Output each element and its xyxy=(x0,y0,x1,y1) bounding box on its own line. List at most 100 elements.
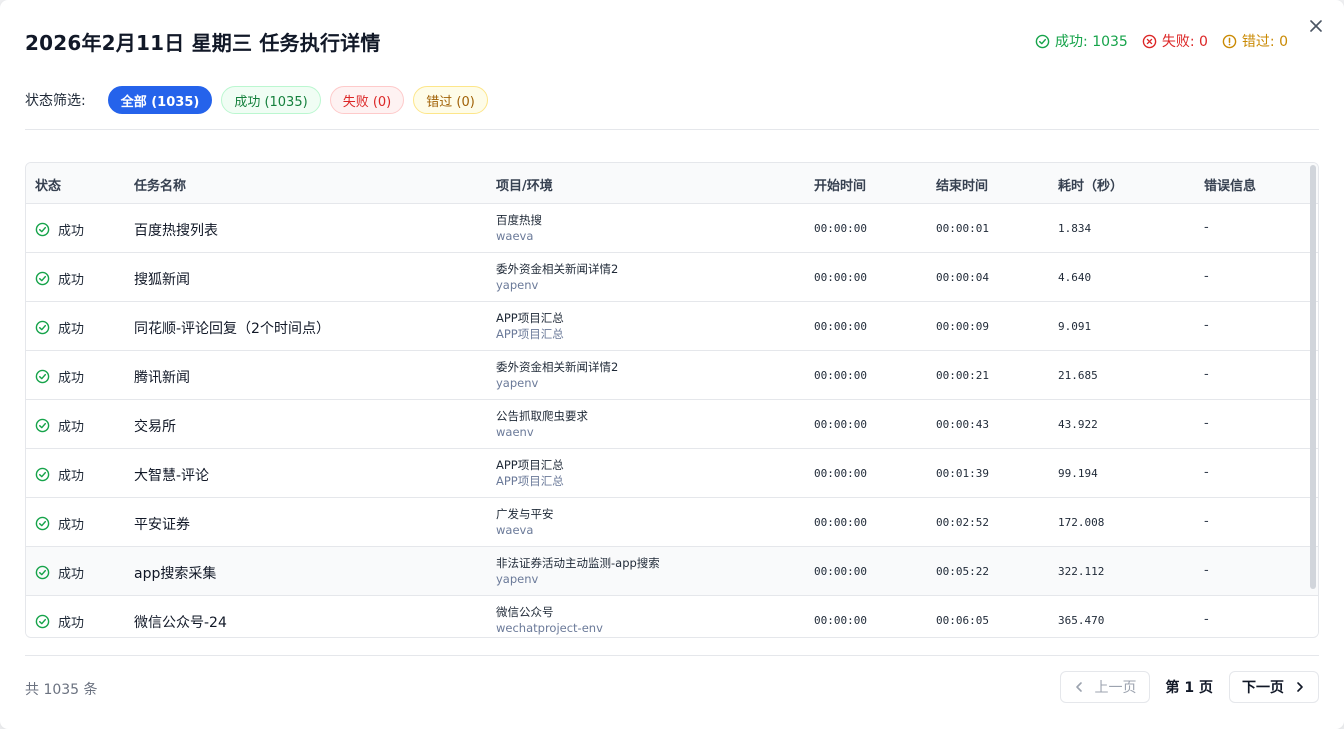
check-circle-icon xyxy=(35,369,50,384)
row-project-name: APP项目汇总 xyxy=(496,311,564,325)
table-row[interactable]: 成功 平安证券 广发与平安 waeva 00:00:00 00:02:52 172.008 - xyxy=(26,498,1318,547)
row-status-text: 成功 xyxy=(58,224,85,239)
filter-chip-fail[interactable]: 失败 (0) xyxy=(329,86,405,114)
header-name[interactable]: 任务名称 xyxy=(134,175,186,194)
row-task-name: 平安证券 xyxy=(134,517,190,533)
row-status-text: 成功 xyxy=(58,273,85,288)
row-project-name: 委外资金相关新闻详情2 xyxy=(496,262,619,276)
row-start-time: 00:00:00 xyxy=(814,271,867,284)
row-error: - xyxy=(1204,612,1209,627)
header-project[interactable]: 项目/环境 xyxy=(496,175,553,194)
table-row[interactable]: 成功 搜狐新闻 委外资金相关新闻详情2 yapenv 00:00:00 00:00:04 4… xyxy=(26,253,1318,302)
row-project: 百度热搜 waeva xyxy=(496,212,542,244)
filter-chip-success[interactable]: 成功 (1035) xyxy=(221,86,321,114)
check-circle-icon xyxy=(35,516,50,531)
check-circle-icon xyxy=(35,614,50,629)
row-env-name: yapenv xyxy=(496,572,539,586)
row-error: - xyxy=(1204,416,1209,431)
row-project: 公告抓取爬虫要求 waenv xyxy=(496,408,588,440)
row-start-time: 00:00:00 xyxy=(814,467,867,480)
row-project: 非法证券活动主动监测-app搜索 yapenv xyxy=(496,555,660,587)
x-circle-icon xyxy=(1142,34,1157,48)
row-env-name: yapenv xyxy=(496,278,539,292)
summary-skip-text: 错过: 0 xyxy=(1241,34,1288,50)
divider-bottom xyxy=(25,655,1319,656)
summary-skip: 错过: 0 xyxy=(1222,31,1288,51)
table-row[interactable]: 成功 app搜索采集 非法证券活动主动监测-app搜索 yapenv 00:00:00 0… xyxy=(26,547,1318,596)
summary-fail-text: 失败: 0 xyxy=(1161,34,1208,50)
row-end-time: 00:02:52 xyxy=(936,516,989,529)
task-table: 状态 任务名称 项目/环境 开始时间 结束时间 耗时（秒） 错误信息 成功 百度热… xyxy=(25,162,1319,638)
row-task-name: 腾讯新闻 xyxy=(134,370,190,386)
table-scrollbar[interactable] xyxy=(1310,165,1316,589)
total-count: 共 1035 条 xyxy=(25,682,98,698)
header-start[interactable]: 开始时间 xyxy=(814,175,866,194)
summary-success: 成功: 1035 xyxy=(1035,31,1128,51)
row-error: - xyxy=(1204,220,1209,235)
table-row[interactable]: 成功 百度热搜列表 百度热搜 waeva 00:00:00 00:00:01 1.834 - xyxy=(26,204,1318,253)
row-error: - xyxy=(1204,269,1209,284)
row-status: 成功 xyxy=(35,220,84,239)
row-duration: 4.640 xyxy=(1058,271,1092,284)
next-page-button[interactable]: 下一页 xyxy=(1229,671,1319,703)
table-row[interactable]: 成功 微信公众号-24 微信公众号 wechatproject-env 00:00:00… xyxy=(26,596,1318,637)
row-start-time: 00:00:00 xyxy=(814,418,867,431)
row-duration: 21.685 xyxy=(1058,369,1098,382)
chevron-left-icon xyxy=(1075,682,1082,692)
row-project: APP项目汇总 APP项目汇总 xyxy=(496,310,564,342)
table-body: 成功 百度热搜列表 百度热搜 waeva 00:00:00 00:00:01 1.834- 成… xyxy=(26,204,1318,637)
row-project: 广发与平安 waeva xyxy=(496,506,554,538)
summary-success-text: 成功: 1035 xyxy=(1055,34,1128,50)
table-row[interactable]: 成功 腾讯新闻 委外资金相关新闻详情2 yapenv 00:00:00 00:00:21 2… xyxy=(26,351,1318,400)
row-env-name: waenv xyxy=(496,425,534,439)
row-end-time: 00:06:05 xyxy=(936,614,989,627)
row-duration: 172.008 xyxy=(1058,516,1105,529)
row-start-time: 00:00:00 xyxy=(814,222,867,235)
row-end-time: 00:01:39 xyxy=(936,467,989,480)
row-task-name: 微信公众号-24 xyxy=(134,615,227,631)
row-start-time: 00:00:00 xyxy=(814,614,867,627)
summary-fail: 失败: 0 xyxy=(1142,31,1208,51)
header-status[interactable]: 状态 xyxy=(35,175,61,194)
dialog-title: 2026年2月11日 星期三 任务执行详情 xyxy=(25,30,381,55)
close-button[interactable] xyxy=(1306,16,1326,36)
row-task-name: app搜索采集 xyxy=(134,566,217,582)
row-error: - xyxy=(1204,367,1209,382)
row-duration: 99.194 xyxy=(1058,467,1098,480)
table-row[interactable]: 成功 交易所 公告抓取爬虫要求 waenv 00:00:00 00:00:43 43.922… xyxy=(26,400,1318,449)
close-icon xyxy=(1310,20,1322,32)
row-end-time: 00:00:43 xyxy=(936,418,989,431)
row-end-time: 00:00:04 xyxy=(936,271,989,284)
row-status: 成功 xyxy=(35,612,84,631)
row-start-time: 00:00:00 xyxy=(814,516,867,529)
pagination: 上一页 第 1 页 下一页 xyxy=(1059,671,1319,703)
header-error[interactable]: 错误信息 xyxy=(1204,175,1256,194)
prev-page-label: 上一页 xyxy=(1094,680,1137,696)
row-end-time: 00:05:22 xyxy=(936,565,989,578)
row-error: - xyxy=(1204,514,1209,529)
row-project: 委外资金相关新闻详情2 yapenv xyxy=(496,261,618,293)
prev-page-button[interactable]: 上一页 xyxy=(1059,671,1150,703)
row-status: 成功 xyxy=(35,367,84,386)
row-env-name: waeva xyxy=(496,229,534,243)
check-circle-icon xyxy=(35,418,50,433)
table-row[interactable]: 成功 同花顺-评论回复（2个时间点） APP项目汇总 APP项目汇总 00:00:00 0… xyxy=(26,302,1318,351)
row-project: 委外资金相关新闻详情2 yapenv xyxy=(496,359,618,391)
table-row[interactable]: 成功 大智慧-评论 APP项目汇总 APP项目汇总 00:00:00 00:01:39 99… xyxy=(26,449,1318,498)
filter-chip-skip[interactable]: 错过 (0) xyxy=(413,86,488,114)
row-duration: 43.922 xyxy=(1058,418,1098,431)
check-circle-icon xyxy=(1035,34,1050,48)
row-status-text: 成功 xyxy=(58,420,85,435)
table-header: 状态 任务名称 项目/环境 开始时间 结束时间 耗时（秒） 错误信息 xyxy=(26,163,1318,204)
next-page-label: 下一页 xyxy=(1242,680,1284,696)
row-end-time: 00:00:01 xyxy=(936,222,989,235)
filter-chip-all[interactable]: 全部 (1035) xyxy=(107,86,213,114)
row-error: - xyxy=(1204,563,1209,578)
row-task-name: 大智慧-评论 xyxy=(134,468,210,484)
chevron-right-icon xyxy=(1297,682,1303,692)
row-error: - xyxy=(1204,318,1209,333)
row-task-name: 百度热搜列表 xyxy=(134,223,218,239)
header-duration[interactable]: 耗时（秒） xyxy=(1058,175,1123,194)
header-end[interactable]: 结束时间 xyxy=(936,175,988,194)
dialog-header: 2026年2月11日 星期三 任务执行详情 成功: 1035 失败: 0 错过:… xyxy=(25,26,1304,56)
